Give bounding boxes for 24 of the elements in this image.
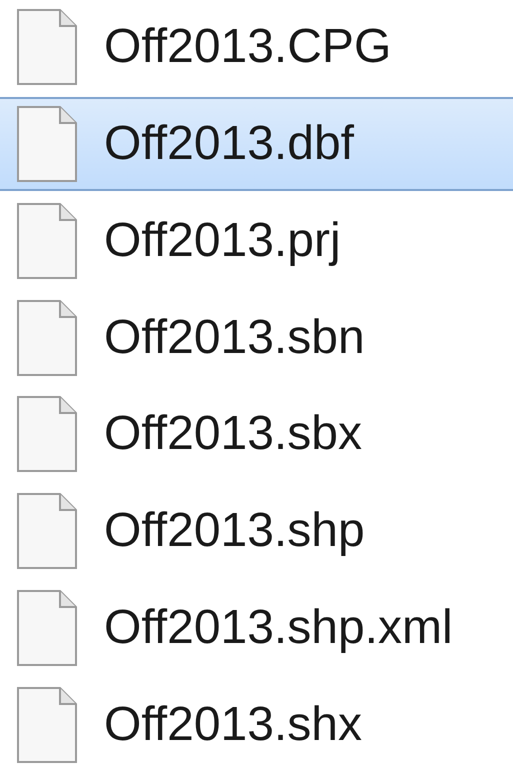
file-item[interactable]: Off2013.CPG bbox=[0, 0, 513, 94]
document-icon bbox=[16, 492, 78, 570]
document-icon bbox=[16, 686, 78, 764]
file-name: Off2013.shp bbox=[104, 507, 365, 556]
document-icon bbox=[16, 202, 78, 280]
file-name: Off2013.sbn bbox=[104, 314, 365, 362]
file-name: Off2013.CPG bbox=[104, 22, 392, 71]
document-icon bbox=[16, 298, 78, 377]
file-name: Off2013.prj bbox=[104, 216, 341, 265]
file-item[interactable]: Off2013.shp.xml bbox=[0, 581, 513, 676]
file-item[interactable]: Off2013.shx bbox=[0, 678, 513, 772]
document-icon bbox=[16, 8, 78, 86]
file-name: Off2013.sbx bbox=[104, 410, 362, 458]
document-icon bbox=[16, 395, 78, 474]
file-name: Off2013.shx bbox=[104, 701, 362, 750]
file-item[interactable]: Off2013.prj bbox=[0, 194, 513, 288]
file-item[interactable]: Off2013.shp bbox=[0, 484, 513, 578]
file-item[interactable]: Off2013.dbf bbox=[0, 96, 513, 191]
file-item[interactable]: Off2013.sbn bbox=[0, 290, 513, 384]
file-name: Off2013.dbf bbox=[104, 120, 354, 168]
file-item[interactable]: Off2013.sbx bbox=[0, 388, 513, 482]
document-icon bbox=[16, 104, 78, 183]
document-icon bbox=[16, 589, 78, 668]
file-name: Off2013.shp.xml bbox=[104, 604, 453, 652]
